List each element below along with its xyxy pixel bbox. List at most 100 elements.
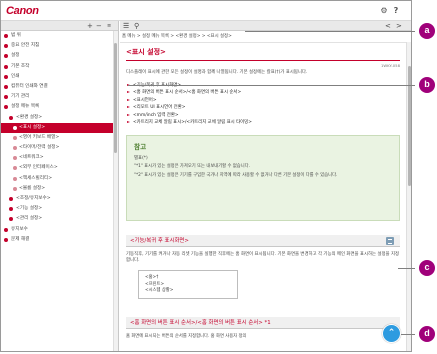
arrow-icon: [127, 98, 130, 101]
arrow-icon: [127, 113, 130, 116]
scroll-icon[interactable]: ≡: [107, 22, 111, 30]
note-line: "*2" 표시가 있는 설정은 기기를 구입한 국가나 지역에 따라 사용할 수…: [134, 173, 338, 179]
callout-line: [128, 85, 415, 86]
sidebar-item[interactable]: <타이머/전력 설정>: [1, 143, 118, 153]
section-text: 기동직후, 기기를 켜거나 자동 리셋 기능을 실행한 직후에는 홈 화면이 표…: [126, 252, 400, 264]
arrow-icon: [127, 106, 130, 109]
callout-line: [401, 334, 415, 335]
sidebar-item[interactable]: <액세스빌리티>: [1, 174, 118, 184]
callout-line: [245, 31, 415, 32]
sidebar-item-label: 범 위: [11, 33, 21, 38]
sidebar-item-label: <관리 설정>: [16, 216, 43, 222]
sidebar-item-label: 설정: [11, 53, 20, 59]
main-scroll-thumb[interactable]: [408, 66, 411, 186]
bullet-icon: [9, 207, 13, 212]
breadcrumb[interactable]: 홈 메뉴 > 설정 메뉴 목록 > <환경 설정> > <표시 설정>: [122, 32, 252, 41]
section-heading: <홈 화면의 버튼 표시 순서>/<홈 화면의 버튼 표시 순서> *1: [126, 317, 400, 330]
note-box: 참고 별표(*) "*1" 표시가 있는 설정은 가져오기 또는 내보내기할 수…: [126, 135, 400, 222]
bullet-icon: [4, 34, 8, 38]
sidebar-item[interactable]: 기기 관리: [1, 92, 118, 102]
back-to-top-button[interactable]: ⌃: [382, 324, 401, 343]
sidebar: + − ≡ 범 위 중요 안전 지침 설정 기본 조작 인쇄 컴퓨터 인쇄와 연…: [1, 21, 119, 351]
section-link[interactable]: <표시언어>: [126, 97, 400, 104]
bullet-icon: [13, 146, 17, 151]
section-link[interactable]: <카트리지 교체 알림 표시>/<카트리지 교체 알림 표시 타이밍>: [126, 119, 400, 126]
next-page-button[interactable]: >: [396, 22, 402, 30]
sidebar-item[interactable]: <기능 설정>: [1, 204, 118, 214]
sidebar-item[interactable]: <네트워크>: [1, 153, 118, 163]
bullet-icon: [4, 95, 8, 100]
sidebar-item-label: <조정/유지보수>: [16, 196, 51, 201]
callout-line: [398, 268, 415, 269]
sidebar-item-label: <액세스빌리티>: [19, 175, 53, 181]
sidebar-item[interactable]: 인쇄: [1, 72, 118, 82]
sidebar-item[interactable]: <관리 설정>: [1, 214, 118, 224]
sidebar-scrollbar[interactable]: [113, 31, 118, 351]
sidebar-item[interactable]: <조정/유지보수>: [1, 194, 118, 204]
bullet-icon: [4, 74, 8, 79]
sidebar-item[interactable]: 중요 안전 지침: [1, 41, 118, 51]
search-icon[interactable]: ⚲: [134, 22, 139, 30]
section-link-label: <홈 화면의 버튼 표시 순서>/<홈 화면의 버튼 표시 순서>: [133, 90, 242, 96]
sidebar-item[interactable]: 설정: [1, 51, 118, 61]
options-box: <홈>† <프린트> <시스템 상황>: [138, 270, 238, 300]
intro-text: 디스플레이 표시에 관한 모든 설정이 설명과 함께 나열됩니다. 기본 설정에…: [126, 70, 308, 75]
sidebar-item-label: <볼륨 설정>: [19, 185, 46, 191]
sidebar-item-label: 설정 메뉴 목록: [11, 104, 40, 110]
sidebar-scroll-thumb[interactable]: [114, 43, 117, 153]
main-scrollbar[interactable]: [406, 42, 411, 351]
section-link[interactable]: <홈 화면의 버튼 표시 순서>/<홈 화면의 버튼 표시 순서>: [126, 89, 400, 96]
main-pane: ☰ ⚲ < > 홈 메뉴 > 설정 메뉴 목록 > <환경 설정> > <표시 …: [120, 21, 411, 351]
sidebar-item-label: <영어 키보드 배열>: [19, 134, 60, 140]
collapse-sidebar-icon[interactable]: ☰: [123, 22, 129, 30]
sidebar-item-label: 유지보수: [11, 226, 28, 232]
bullet-icon: [13, 186, 17, 191]
section-toggle-icon[interactable]: [386, 237, 394, 246]
sidebar-item[interactable]: 유지보수: [1, 225, 118, 235]
sidebar-item[interactable]: 기본 조작: [1, 62, 118, 72]
section-link[interactable]: <mm/inch 입력 전환>: [126, 112, 400, 119]
bullet-icon: [4, 105, 8, 110]
bullet-icon: [13, 125, 17, 130]
canon-logo: Canon: [6, 5, 39, 17]
page-title: <표시 설정>: [126, 47, 400, 61]
sidebar-item-label: 기기 관리: [11, 94, 30, 100]
sidebar-item[interactable]: 문제 해결: [1, 235, 118, 245]
main-toolbar: ☰ ⚲ < >: [120, 21, 411, 31]
section-link-label: <카트리지 교체 알림 표시>/<카트리지 교체 알림 표시 타이밍>: [133, 120, 252, 126]
bullet-icon: [4, 237, 8, 242]
sidebar-item[interactable]: 컴퓨터 인쇄와 연결: [1, 82, 118, 92]
sidebar-item-label: <외부 인터페이스>: [19, 165, 58, 171]
sidebar-item[interactable]: 설정 메뉴 목록: [1, 102, 118, 112]
sidebar-item-label: 문제 해결: [11, 236, 30, 242]
bullet-icon: [4, 84, 8, 89]
arrow-icon: [127, 121, 130, 124]
prev-page-button[interactable]: <: [385, 22, 391, 30]
top-bar: Canon ⚙ ?: [1, 1, 411, 21]
sidebar-item-label: <기능 설정>: [16, 206, 43, 212]
bullet-icon: [4, 54, 8, 59]
sidebar-item-selected[interactable]: <표시 설정>: [1, 122, 118, 133]
gear-icon[interactable]: ⚙: [379, 6, 389, 16]
page-id: 1WKY-058: [380, 63, 400, 68]
section-link-label: <리모트 UI 표시언어 전환>: [133, 105, 186, 111]
sidebar-item[interactable]: <영어 키보드 배열>: [1, 133, 118, 143]
sidebar-item[interactable]: <환경 설정>: [1, 113, 118, 123]
expand-all-button[interactable]: +: [87, 22, 93, 30]
help-button[interactable]: ?: [391, 6, 401, 16]
callout-badge: a: [419, 23, 435, 39]
bullet-icon: [13, 135, 17, 140]
sidebar-item[interactable]: <볼륨 설정>: [1, 184, 118, 194]
sidebar-toolbar: + − ≡: [1, 21, 118, 31]
callout-badge: c: [419, 260, 435, 276]
sidebar-item[interactable]: <외부 인터페이스>: [1, 163, 118, 173]
section-heading-label: <기능/복귀 후 표시화면>: [130, 238, 189, 245]
sidebar-item-label: 기본 조작: [11, 63, 30, 69]
section-link[interactable]: <리모트 UI 표시언어 전환>: [126, 104, 400, 111]
sidebar-item[interactable]: 범 위: [1, 31, 118, 41]
bullet-icon: [13, 156, 17, 161]
collapse-all-button[interactable]: −: [96, 22, 102, 30]
bullet-icon: [9, 197, 13, 201]
sidebar-item-label: 중요 안전 지침: [11, 43, 40, 49]
callout-badge: b: [419, 77, 435, 93]
